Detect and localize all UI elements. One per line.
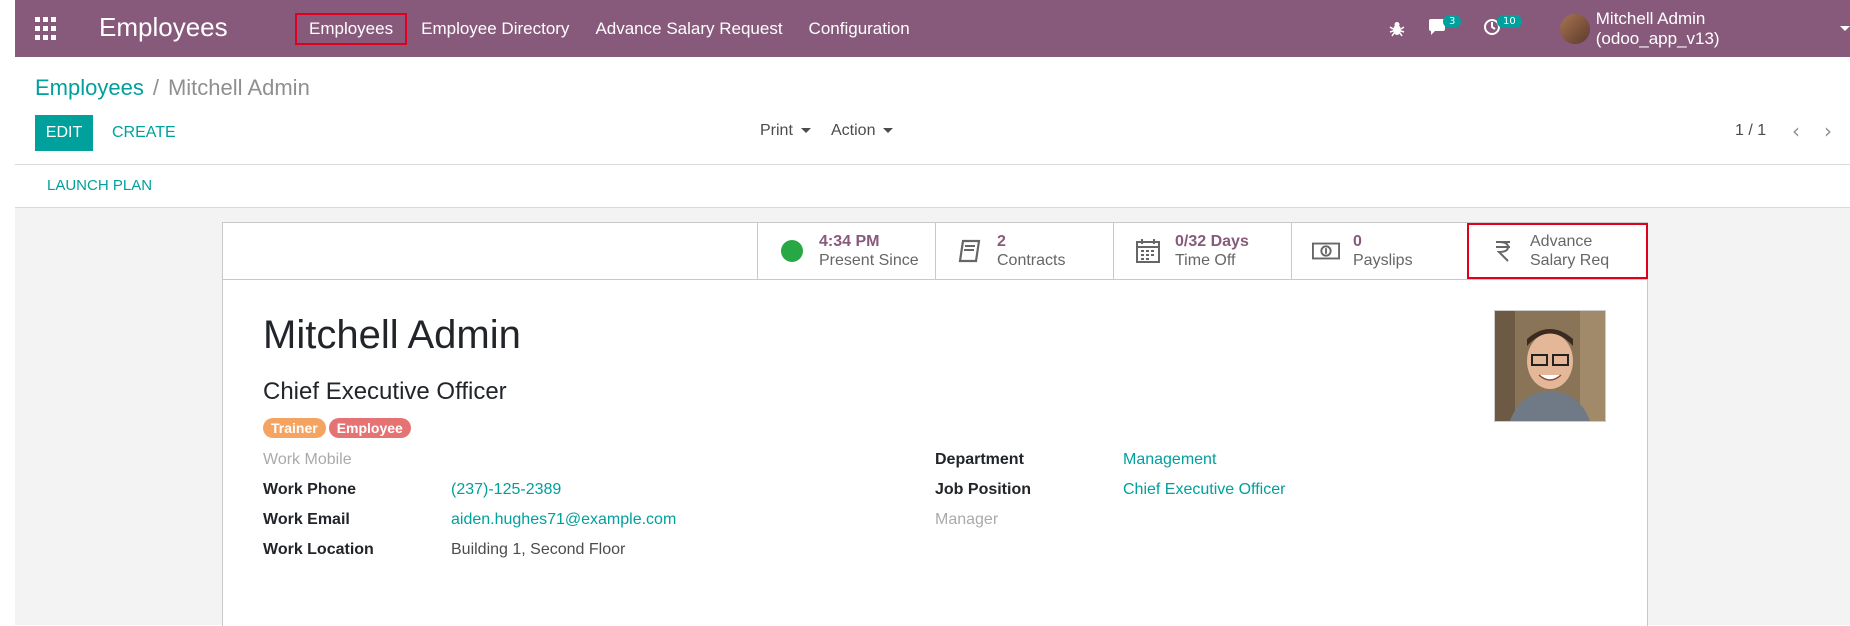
breadcrumb-parent[interactable]: Employees: [35, 75, 144, 100]
divider: [15, 164, 1850, 165]
print-dropdown[interactable]: Print: [760, 122, 811, 140]
work-email-label: Work Email: [263, 511, 350, 528]
app-title: Employees: [99, 12, 228, 42]
employee-name: Mitchell Admin: [263, 313, 521, 357]
edit-button[interactable]: EDIT: [35, 115, 93, 151]
contracts-button[interactable]: 2 Contracts: [935, 223, 1113, 279]
work-email-value[interactable]: aiden.hughes71@example.com: [451, 511, 676, 529]
work-phone-value[interactable]: (237)-125-2389: [451, 481, 561, 499]
time-off-label: Time Off: [1175, 252, 1236, 269]
book-icon: [956, 239, 984, 263]
work-phone-label: Work Phone: [263, 481, 357, 498]
payslips-count: 0: [1353, 233, 1362, 250]
left-gutter: [0, 0, 15, 625]
payslips-button[interactable]: 0 Payslips: [1291, 223, 1469, 279]
manager-label: Manager: [935, 511, 999, 528]
presence-label: Present Since: [819, 252, 919, 269]
chevron-down-icon: [883, 128, 894, 134]
breadcrumb: Employees / Mitchell Admin: [35, 75, 310, 101]
advance-salary-label-line1: Advance: [1530, 233, 1593, 250]
menu-employees[interactable]: Employees: [295, 12, 408, 45]
chat-button[interactable]: 3: [1427, 0, 1462, 57]
work-location-value: Building 1, Second Floor: [451, 541, 626, 558]
time-off-value: 0/32 Days: [1175, 233, 1249, 250]
print-label: Print: [760, 122, 793, 139]
top-menu: Employees Employee Directory Advance Sal…: [295, 0, 924, 57]
smart-button-box: 4:34 PM Present Since 2 Contracts 0/32 Day…: [223, 223, 1648, 280]
chevron-left-icon: ‹: [1792, 119, 1800, 143]
menu-advance-salary-request[interactable]: Advance Salary Request: [583, 13, 794, 45]
user-name: Mitchell Admin (odoo_app_v13): [1595, 8, 1720, 48]
work-mobile-label: Work Mobile: [263, 451, 352, 468]
contracts-label: Contracts: [997, 252, 1066, 269]
money-icon: [1312, 241, 1340, 261]
avatar: [1560, 13, 1590, 44]
advance-salary-request-button[interactable]: Advance Salary Req: [1467, 223, 1648, 279]
rupee-icon: [1489, 239, 1517, 263]
pager-value[interactable]: 1 / 1: [1735, 122, 1766, 140]
calendar-icon: [1134, 238, 1162, 264]
payslips-label: Payslips: [1353, 252, 1413, 269]
chevron-down-icon: [1840, 26, 1850, 31]
department-value[interactable]: Management: [1123, 451, 1216, 469]
bug-icon[interactable]: [1388, 0, 1406, 57]
contracts-count: 2: [997, 233, 1006, 250]
messages-count-badge: 3: [1443, 15, 1462, 28]
action-dropdown[interactable]: Action: [831, 122, 894, 140]
create-button[interactable]: CREATE: [100, 115, 188, 151]
menu-employee-directory[interactable]: Employee Directory: [409, 13, 581, 45]
breadcrumb-separator: /: [152, 75, 159, 100]
job-position-label: Job Position: [935, 481, 1031, 498]
work-location-label: Work Location: [263, 541, 374, 558]
top-navbar: Employees Employees Employee Directory A…: [15, 0, 1850, 57]
department-label: Department: [935, 451, 1024, 468]
job-position-value[interactable]: Chief Executive Officer: [1123, 481, 1285, 499]
tag-employee[interactable]: Employee: [328, 418, 411, 438]
presence-value: 4:34 PM: [819, 233, 880, 250]
tag-trainer[interactable]: Trainer: [263, 418, 326, 438]
activity-button[interactable]: 10: [1483, 0, 1522, 57]
action-label: Action: [831, 122, 876, 139]
presence-button[interactable]: 4:34 PM Present Since: [757, 223, 935, 279]
breadcrumb-current: Mitchell Admin: [167, 75, 310, 100]
employee-job-title: Chief Executive Officer: [263, 378, 507, 405]
time-off-button[interactable]: 0/32 Days Time Off: [1113, 223, 1291, 279]
activities-count-badge: 10: [1497, 15, 1522, 28]
menu-configuration[interactable]: Configuration: [797, 13, 922, 45]
employee-photo[interactable]: [1494, 310, 1606, 422]
launch-plan-button[interactable]: LAUNCH PLAN: [47, 177, 152, 194]
employee-tags: Trainer Employee: [263, 418, 414, 438]
user-menu[interactable]: Mitchell Admin (odoo_app_v13): [1560, 0, 1850, 57]
advance-salary-label-line2: Salary Req: [1530, 252, 1610, 269]
chevron-right-icon: ›: [1824, 119, 1832, 143]
apps-icon[interactable]: [35, 17, 59, 41]
presence-dot-icon: [781, 240, 803, 262]
previous-record-button[interactable]: ‹: [1786, 119, 1806, 143]
employee-form-sheet: 4:34 PM Present Since 2 Contracts 0/32 Day…: [222, 222, 1648, 626]
chevron-down-icon: [800, 128, 811, 134]
next-record-button[interactable]: ›: [1818, 119, 1838, 143]
